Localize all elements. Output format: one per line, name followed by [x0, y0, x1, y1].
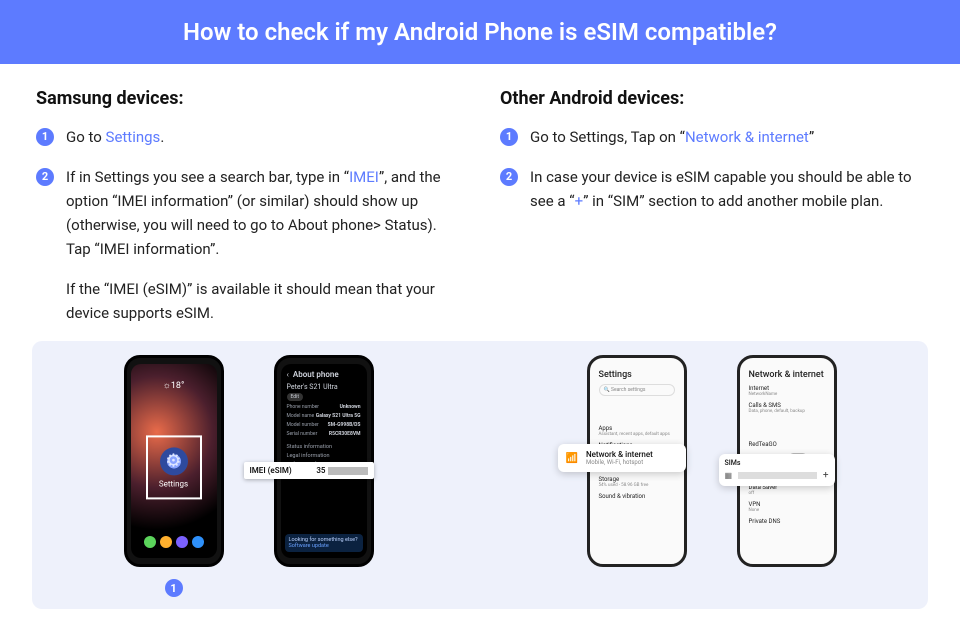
- network-title: Network & internet: [749, 370, 825, 380]
- gear-icon: [160, 447, 188, 475]
- step: 1 Go to Settings.: [36, 125, 460, 149]
- shot-badge: 1: [165, 579, 183, 597]
- keyword: Settings: [106, 128, 161, 146]
- step-extra: If the “IMEI (eSIM)” is available it sho…: [66, 277, 460, 325]
- step-body: In case your device is eSIM capable you …: [530, 165, 924, 213]
- dock: [137, 536, 211, 552]
- wifi-icon: 📶: [566, 453, 578, 464]
- plus-icon: +: [823, 470, 829, 481]
- info-row: Model numberSM-G998B/DS: [287, 422, 361, 428]
- settings-category: VPNNone: [749, 501, 825, 513]
- callout-sub: Mobile, Wi-Fi, hotspot: [586, 459, 653, 466]
- settings-category: RedTeaGO: [749, 441, 825, 448]
- back-icon: ‹: [287, 370, 289, 379]
- other-column: Other Android devices: 1 Go to Settings, …: [500, 88, 924, 341]
- step: 2 If in Settings you see a search bar, ty…: [36, 165, 460, 325]
- link-row: Legal information: [287, 453, 361, 459]
- cta-sub: Software update: [289, 543, 359, 549]
- other-steps: 1 Go to Settings, Tap on “Network & inter…: [500, 125, 924, 213]
- step: 2 In case your device is eSIM capable you…: [500, 165, 924, 213]
- phone-mock: ☼18° Settings: [124, 355, 224, 567]
- screenshot-row: ☼18° Settings 1 ‹ About phone Peter's S21…: [32, 341, 928, 609]
- settings-category: Calls & SMSData, phone, default, backup: [749, 402, 825, 414]
- settings-title: Settings: [599, 370, 675, 380]
- hero-title: How to check if my Android Phone is eSIM…: [183, 18, 777, 46]
- other-shot-1: Settings 🔍 Search settings AppsAssistant…: [587, 355, 687, 502]
- sims-title: SIMs: [725, 459, 829, 467]
- settings-category: Storage54% used - 58.96 GB free: [599, 476, 675, 488]
- other-shots: Settings 🔍 Search settings AppsAssistant…: [495, 355, 928, 597]
- step-number: 1: [36, 128, 54, 146]
- other-shot-2: Network & internet InternetNetworkName Ca…: [737, 355, 837, 516]
- settings-category: AppsAssistant, recent apps, default apps: [599, 425, 675, 437]
- settings-label: Settings: [159, 479, 188, 488]
- samsung-shot-2: ‹ About phone Peter's S21 Ultra Edit Phon…: [274, 355, 374, 509]
- step-number: 2: [36, 168, 54, 186]
- step-body: Go to Settings.: [66, 125, 460, 149]
- callout-title: Network & internet: [586, 450, 653, 459]
- settings-highlight: Settings: [146, 435, 202, 499]
- phone-mock: ‹ About phone Peter's S21 Ultra Edit Phon…: [274, 355, 374, 567]
- samsung-heading: Samsung devices:: [36, 88, 460, 109]
- info-row: Phone numberUnknown: [287, 404, 361, 410]
- info-row: Model nameGalaxy S21 Ultra 5G: [287, 413, 361, 419]
- keyword: Network & internet: [685, 128, 809, 146]
- edit-pill: Edit: [287, 393, 303, 401]
- network-internet-callout: 📶 Network & internet Mobile, Wi-Fi, hots…: [558, 444, 686, 472]
- sims-callout: SIMs ▦ +: [719, 454, 835, 486]
- hero-banner: How to check if my Android Phone is eSIM…: [0, 0, 960, 64]
- link-row: Status information: [287, 444, 361, 450]
- settings-category: Sound & vibration: [599, 493, 675, 500]
- sim-mask: [738, 472, 817, 479]
- samsung-shot-1: ☼18° Settings 1: [124, 355, 224, 597]
- search-bar: 🔍 Search settings: [599, 384, 675, 396]
- weather: ☼18°: [131, 380, 217, 391]
- imei-callout: IMEI (eSIM) 35: [244, 462, 374, 479]
- step-body: Go to Settings, Tap on “Network & intern…: [530, 125, 924, 149]
- step-number: 1: [500, 128, 518, 146]
- sim-icon: ▦: [725, 471, 733, 480]
- imei-label: IMEI (eSIM): [250, 466, 292, 475]
- imei-mask: [328, 467, 368, 475]
- about-phone-title: About phone: [293, 370, 339, 379]
- samsung-steps: 1 Go to Settings. 2 If in Settings you see …: [36, 125, 460, 325]
- keyword: IMEI: [349, 168, 379, 186]
- step-body: If in Settings you see a search bar, typ…: [66, 165, 460, 325]
- step-number: 2: [500, 168, 518, 186]
- settings-category: InternetNetworkName: [749, 385, 825, 397]
- imei-prefix: 35: [316, 466, 325, 475]
- keyword: +: [575, 192, 584, 210]
- device-name: Peter's S21 Ultra: [287, 383, 361, 391]
- samsung-column: Samsung devices: 1 Go to Settings. 2 If in …: [36, 88, 460, 341]
- step: 1 Go to Settings, Tap on “Network & inter…: [500, 125, 924, 149]
- samsung-shots: ☼18° Settings 1 ‹ About phone Peter's S21…: [32, 355, 465, 597]
- other-heading: Other Android devices:: [500, 88, 924, 109]
- settings-category: Private DNS: [749, 518, 825, 525]
- columns: Samsung devices: 1 Go to Settings. 2 If in …: [0, 64, 960, 341]
